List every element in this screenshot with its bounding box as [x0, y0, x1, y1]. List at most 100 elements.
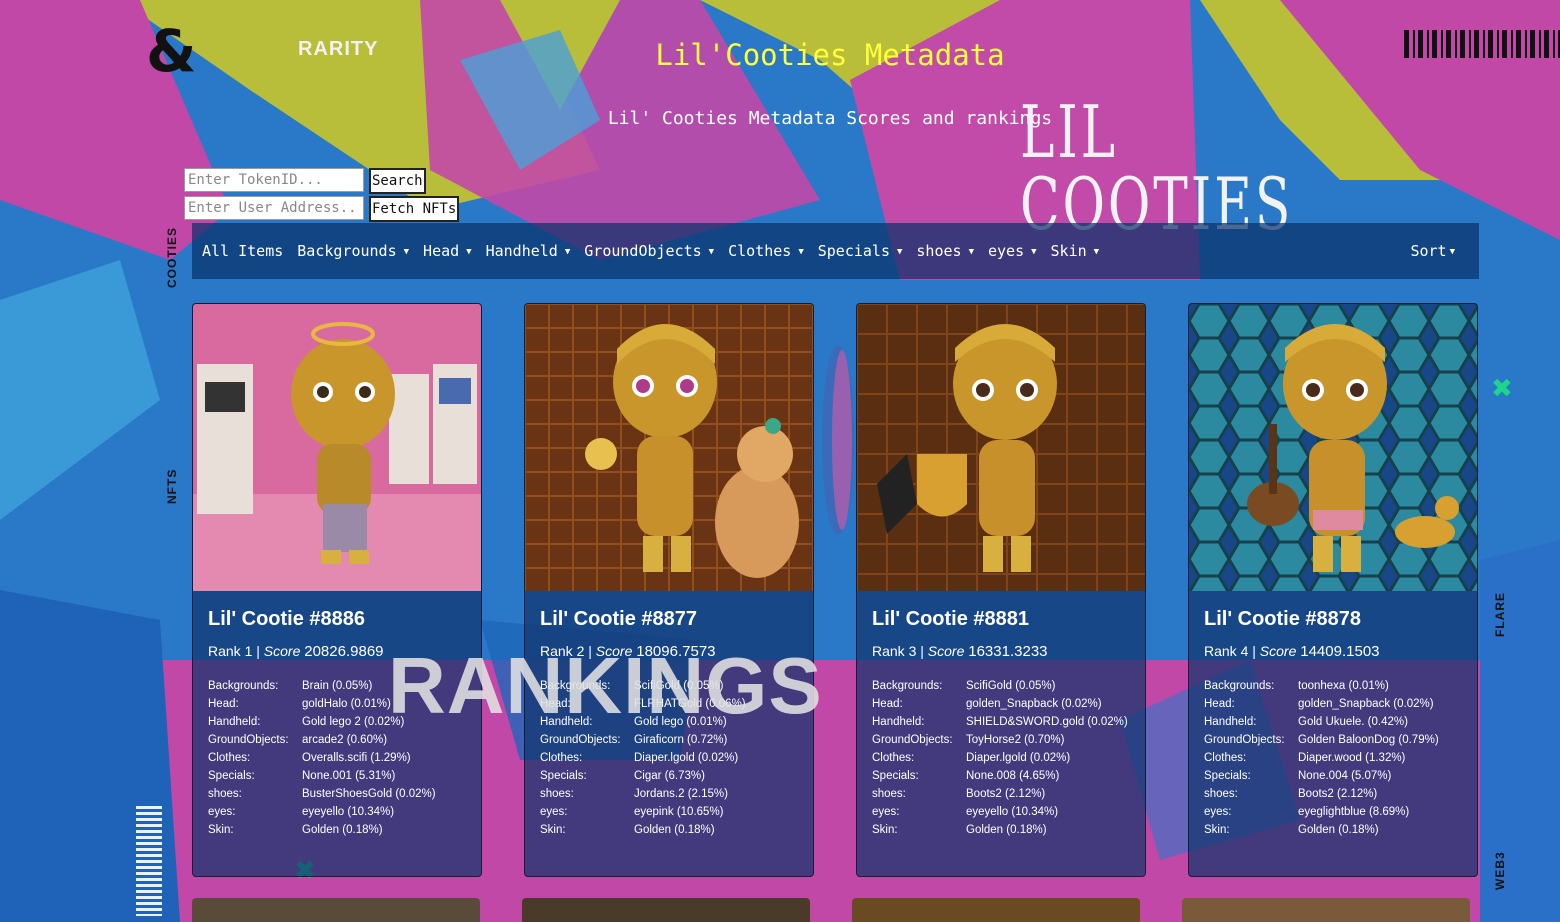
trait-value: None.004 (5.07%)	[1298, 770, 1392, 782]
brand-art-text: LIL COOTIES	[1020, 90, 1294, 246]
nft-card-partial[interactable]	[852, 898, 1140, 922]
address-search-row: Fetch NFTs	[184, 196, 460, 222]
score-value: 16331.3233	[968, 643, 1048, 660]
nft-image	[857, 304, 1145, 591]
trait-value: golden_Snapback (0.02%)	[966, 698, 1102, 710]
score-value: 14409.1503	[1300, 643, 1380, 660]
trait-row: Head: golden_Snapback (0.02%)	[870, 697, 1136, 715]
trait-table: Backgrounds: toonhexa (0.01%) Head: golden…	[1202, 679, 1468, 841]
nft-card[interactable]: Lil' Cootie #8886 Rank 1 | Score 20826.9…	[192, 303, 482, 877]
nav-all-items[interactable]: All Items	[202, 242, 283, 260]
nav-skin-dropdown[interactable]: Skin ▼	[1051, 242, 1100, 260]
nft-rank-score: Rank 1 | Score 20826.9869	[208, 643, 384, 660]
rank-text: Rank 2 |	[540, 643, 596, 659]
trait-row: Backgrounds: toonhexa (0.01%)	[1202, 679, 1468, 697]
nft-card[interactable]: Lil' Cootie #8878 Rank 4 | Score 14409.1…	[1188, 303, 1478, 877]
trait-value: Diaper.lgold (0.02%)	[966, 752, 1071, 764]
nav-skin-label: Skin	[1050, 242, 1087, 260]
trait-row: shoes: Boots2 (2.12%)	[1202, 787, 1468, 805]
trait-row: Skin: Golden (0.18%)	[870, 823, 1136, 841]
trait-value: eyeyello (10.34%)	[966, 806, 1059, 818]
side-label-flare: FLARE	[1493, 592, 1507, 637]
token-id-input[interactable]	[184, 168, 364, 192]
score-label: Score	[595, 643, 633, 659]
trait-row: Backgrounds: Brain (0.05%)	[206, 679, 472, 697]
search-button[interactable]: Search	[369, 168, 426, 194]
trait-key: Skin:	[1204, 824, 1230, 836]
nft-card[interactable]: Lil' Cootie #8881 Rank 3 | Score 16331.3…	[856, 303, 1146, 877]
caret-down-icon: ▼	[1031, 247, 1037, 257]
trait-key: GroundObjects:	[872, 734, 953, 746]
x-mark-icon: ✖	[1491, 374, 1513, 404]
nft-name: Lil' Cootie #8878	[1204, 608, 1362, 630]
nft-card-partial[interactable]	[522, 898, 810, 922]
score-label: Score	[1259, 643, 1297, 659]
nav-backgrounds-dropdown[interactable]: Backgrounds ▼	[297, 242, 409, 260]
fetch-nfts-button[interactable]: Fetch NFTs	[369, 196, 460, 222]
trait-value: None.008 (4.65%)	[966, 770, 1060, 782]
nft-card-partial[interactable]	[192, 898, 480, 922]
trait-value: Gold Ukuele. (0.42%)	[1298, 716, 1408, 728]
nft-card[interactable]: Lil' Cootie #8877 Rank 2 | Score 18096.7…	[524, 303, 814, 877]
caret-down-icon: ▼	[798, 247, 804, 257]
page-title: Lil'Cooties Metadata	[655, 38, 1005, 72]
trait-value: Boots2 (2.12%)	[1298, 788, 1378, 800]
nav-clothes-label: Clothes	[728, 242, 792, 260]
trait-row: Clothes: Diaper.wood (1.32%)	[1202, 751, 1468, 769]
trait-key: Backgrounds:	[1204, 680, 1275, 692]
trait-key: eyes:	[208, 806, 236, 818]
trait-key: GroundObjects:	[540, 734, 621, 746]
nav-handheld-label: Handheld	[485, 242, 558, 260]
nav-groundobjects-dropdown[interactable]: GroundObjects ▼	[584, 242, 714, 260]
trait-key: Backgrounds:	[208, 680, 279, 692]
trait-value: Gold lego (0.01%)	[634, 716, 727, 728]
trait-value: Diaper.wood (1.32%)	[1298, 752, 1406, 764]
trait-key: shoes:	[872, 788, 906, 800]
trait-row: Skin: Golden (0.18%)	[538, 823, 804, 841]
rank-text: Rank 1 |	[208, 643, 264, 659]
trait-key: eyes:	[540, 806, 568, 818]
trait-row: Specials: Cigar (6.73%)	[538, 769, 804, 787]
nav-handheld-dropdown[interactable]: Handheld ▼	[486, 242, 571, 260]
nav-clothes-dropdown[interactable]: Clothes ▼	[728, 242, 804, 260]
trait-row: shoes: Boots2 (2.12%)	[870, 787, 1136, 805]
nav-specials-dropdown[interactable]: Specials ▼	[818, 242, 903, 260]
trait-row: Handheld: Gold lego 2 (0.02%)	[206, 715, 472, 733]
trait-row: shoes: Jordans.2 (2.15%)	[538, 787, 804, 805]
caret-down-icon: ▼	[896, 247, 903, 257]
caret-down-icon: ▼	[564, 247, 571, 257]
nft-image	[1189, 304, 1477, 591]
trait-table: Backgrounds: ScifiGold (0.05%) Head: golde…	[870, 679, 1136, 841]
trait-value: SHIELD&SWORD.gold (0.02%)	[966, 716, 1128, 728]
trait-row: eyes: eyepink (10.65%)	[538, 805, 804, 823]
nft-card-partial[interactable]	[1182, 898, 1470, 922]
nav-shoes-label: shoes	[916, 242, 962, 260]
sort-label: Sort	[1410, 242, 1447, 260]
trait-key: Head:	[872, 698, 903, 710]
trait-key: Clothes:	[208, 752, 251, 764]
trait-key: GroundObjects:	[208, 734, 289, 746]
nft-name: Lil' Cootie #8877	[540, 608, 698, 630]
trait-value: eyepink (10.65%)	[634, 806, 724, 818]
side-label-web3: WEB3	[1493, 851, 1507, 890]
trait-value: Giraficorn (0.72%)	[634, 734, 728, 746]
trait-table: Backgrounds: Brain (0.05%) Head: goldHalo …	[206, 679, 472, 841]
trait-row: Clothes: Diaper.lgold (0.02%)	[870, 751, 1136, 769]
trait-value: Gold lego 2 (0.02%)	[302, 716, 405, 728]
nav-head-dropdown[interactable]: Head ▼	[423, 242, 472, 260]
trait-key: Specials:	[208, 770, 255, 782]
nav-shoes-dropdown[interactable]: shoes ▼	[916, 242, 974, 260]
trait-value: Golden (0.18%)	[302, 824, 383, 836]
nft-image	[525, 304, 813, 591]
trait-row: Clothes: Diaper.lgold (0.02%)	[538, 751, 804, 769]
trait-value: ScifiGold (0.05%)	[634, 680, 724, 692]
trait-value: arcade2 (0.60%)	[302, 734, 388, 746]
token-search-row: Search	[184, 168, 426, 194]
nav-eyes-dropdown[interactable]: eyes ▼	[988, 242, 1037, 260]
sort-dropdown[interactable]: Sort ▼	[1410, 242, 1455, 260]
nav-backgrounds-label: Backgrounds	[297, 242, 397, 260]
user-address-input[interactable]	[184, 196, 364, 220]
trait-row: Handheld: Gold lego (0.01%)	[538, 715, 804, 733]
trait-row: Head: goldHalo (0.01%)	[206, 697, 472, 715]
trait-row: Specials: None.008 (4.65%)	[870, 769, 1136, 787]
